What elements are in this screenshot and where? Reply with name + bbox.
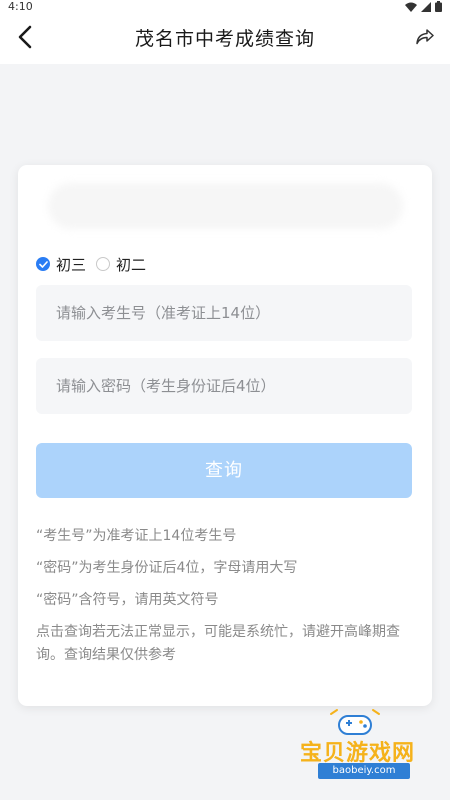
share-icon [416, 29, 434, 49]
note-text: “考生号”为准考证上14位考生号 [36, 528, 237, 544]
query-card: 初三 初二 查询 “考生号”为准考证上14位考生号 “密码”为考生身份证后4位，… [18, 165, 432, 706]
radio-checked-icon [36, 257, 50, 271]
watermark-logo: 宝贝游戏网 baobeiy.com [300, 708, 425, 788]
grade-option-second[interactable]: 初二 [96, 254, 146, 275]
nav-bar: 茂名市中考成绩查询 [0, 14, 450, 64]
back-button[interactable] [6, 20, 44, 58]
page-title: 茂名市中考成绩查询 [134, 28, 315, 50]
note-text: “密码”为考生身份证后4位，字母请用大写 [36, 560, 298, 576]
grade-option-third[interactable]: 初三 [36, 254, 86, 275]
status-time: 4:10 [8, 0, 33, 13]
password-input[interactable] [56, 358, 396, 414]
query-button[interactable]: 查询 [36, 443, 412, 498]
password-field-wrapper [36, 358, 412, 414]
grade-option-label: 初二 [116, 255, 147, 274]
note-text: 点击查询若无法正常显示，可能是系统忙，请避开高峰期查询。查询结果仅供参考 [36, 624, 400, 663]
share-button[interactable] [410, 24, 440, 54]
card-header-placeholder [48, 183, 403, 229]
radio-unchecked-icon [96, 257, 111, 271]
battery-icon [435, 1, 442, 12]
grade-selector: 初三 初二 [36, 253, 156, 275]
signal-icon [421, 1, 431, 12]
chevron-left-icon [17, 25, 33, 53]
grade-option-label: 初三 [56, 255, 87, 274]
exam-number-input[interactable] [56, 285, 396, 341]
status-icons [405, 1, 442, 12]
watermark-url: baobeiy.com [318, 763, 410, 779]
notes: “考生号”为准考证上14位考生号 “密码”为考生身份证后4位，字母请用大写 “密… [36, 525, 416, 676]
status-bar: 4:10 [0, 0, 450, 14]
wifi-icon [405, 2, 417, 12]
note-text: “密码”含符号，请用英文符号 [36, 592, 219, 608]
gamepad-icon [325, 708, 385, 738]
exam-number-field-wrapper [36, 285, 412, 341]
